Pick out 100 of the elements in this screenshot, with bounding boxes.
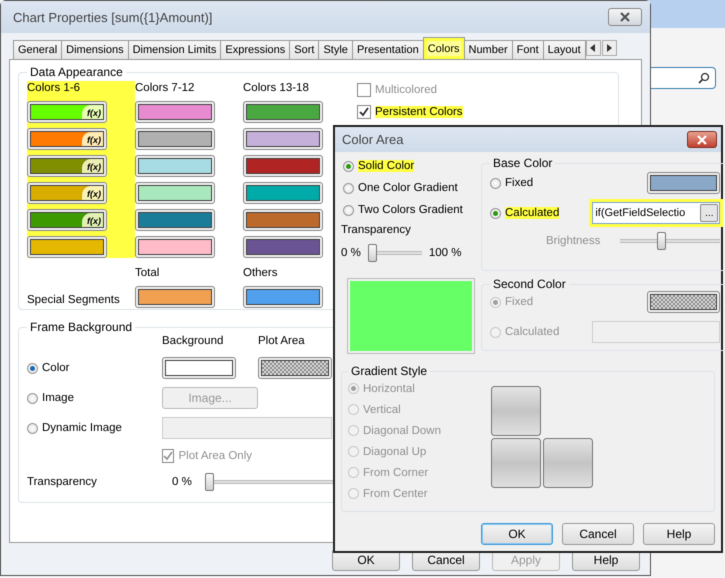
radio-label: Two Colors Gradient (358, 204, 463, 216)
column-heading: Total (135, 266, 160, 280)
color-swatch[interactable]: f(x) (27, 155, 107, 177)
color-swatch[interactable] (243, 101, 323, 123)
color-swatch[interactable] (243, 155, 323, 177)
radio-label: Dynamic Image (42, 422, 122, 434)
special-segments-label: Special Segments (27, 294, 121, 306)
color-swatch[interactable] (243, 209, 323, 231)
color-swatch[interactable] (243, 286, 323, 308)
tab[interactable]: Colors (422, 37, 464, 59)
color-swatch[interactable] (135, 236, 215, 258)
radio-button[interactable] (27, 362, 38, 374)
column-heading: Colors 13-18 (243, 81, 310, 95)
tab[interactable]: Expressions (220, 40, 290, 59)
close-icon (696, 134, 708, 144)
pattern-swatch[interactable] (647, 291, 720, 313)
dialog-button[interactable]: Cancel (562, 523, 634, 545)
formula-badge: f(x) (82, 186, 103, 200)
color-swatch[interactable] (647, 172, 720, 194)
color-swatch[interactable] (135, 101, 215, 123)
transparency-label: Transparency (27, 476, 98, 488)
radio-label: Fixed (505, 296, 534, 308)
column-heading: Background (162, 334, 224, 348)
radio-label: Color (42, 362, 70, 374)
group-title: Gradient Style (350, 364, 428, 378)
close-button[interactable] (687, 131, 717, 148)
radio-button[interactable] (343, 204, 354, 216)
color-swatch[interactable] (135, 209, 215, 231)
radio-label: Calculated (505, 207, 560, 219)
tab[interactable]: Font (512, 40, 544, 59)
tab[interactable]: Sort (289, 40, 320, 59)
radio-label: One Color Gradient (358, 182, 458, 194)
radio-label: From Corner (363, 466, 428, 478)
tab[interactable]: Number (464, 40, 513, 59)
brightness-label: Brightness (546, 235, 600, 247)
tab[interactable]: Dimensions (61, 40, 129, 59)
color-swatch[interactable]: f(x) (27, 128, 107, 150)
radio-button[interactable] (27, 392, 38, 404)
close-button[interactable] (608, 8, 642, 26)
column-heading: Others (243, 266, 279, 280)
left-arrow-icon (590, 44, 596, 52)
radio-button[interactable] (27, 422, 38, 434)
slider-thumb[interactable] (205, 473, 214, 491)
color-swatch[interactable] (27, 236, 107, 258)
color-swatch[interactable] (243, 128, 323, 150)
tab[interactable]: Style (318, 40, 353, 59)
tab[interactable]: General (13, 40, 62, 59)
checkbox-label: Multicolored (375, 84, 437, 96)
window-title: Chart Properties [sum({1}Amount)] (13, 10, 212, 24)
radio-label: Horizontal (363, 382, 415, 394)
color-swatch[interactable]: f(x) (27, 182, 107, 204)
radio-label: Diagonal Down (363, 424, 441, 436)
slider-min-label: 0 % (341, 247, 361, 259)
radio-label: From Center (363, 488, 428, 500)
column-heading: Colors 1-6 (27, 81, 82, 95)
browse-button[interactable]: ... (700, 204, 718, 222)
dialog-button[interactable]: Help (643, 523, 715, 545)
scroll-right-button[interactable] (602, 40, 617, 56)
dialog-button[interactable]: OK (481, 523, 553, 545)
column-heading: Plot Area (258, 334, 306, 348)
radio-label: Image (42, 392, 74, 404)
checkbox[interactable] (357, 105, 371, 119)
radio-label: Fixed (505, 177, 534, 189)
expression-field[interactable] (592, 321, 720, 343)
color-swatch[interactable] (135, 155, 215, 177)
color-swatch[interactable] (135, 286, 215, 308)
scroll-left-button[interactable] (586, 40, 601, 56)
color-swatch[interactable] (135, 128, 215, 150)
color-swatch[interactable]: f(x) (27, 209, 107, 231)
expression-field[interactable]: if(GetFieldSelectio ... (592, 202, 720, 224)
radio-button[interactable] (490, 208, 501, 218)
tab[interactable]: Layout (542, 40, 586, 59)
color-swatch[interactable]: f(x) (27, 101, 107, 123)
radio-label: Calculated (505, 326, 560, 338)
search-icon (698, 72, 710, 84)
input-field[interactable] (162, 417, 332, 439)
tab[interactable]: Presentation (352, 40, 424, 59)
color-swatch[interactable] (243, 236, 323, 258)
formula-badge: f(x) (82, 159, 103, 173)
radio-button[interactable] (343, 182, 354, 194)
slider-max-label: 100 % (428, 247, 462, 259)
formula-badge: f(x) (82, 132, 103, 146)
color-swatch[interactable] (243, 182, 323, 204)
color-swatch[interactable] (162, 357, 236, 379)
color-swatch[interactable] (135, 182, 215, 204)
group-title: Frame Background (29, 320, 134, 334)
checkbox-label: Persistent Colors (375, 106, 463, 118)
tab[interactable]: Dimension Limits (128, 40, 222, 59)
transparency-label: Transparency (341, 224, 412, 236)
color-swatch[interactable] (258, 357, 332, 379)
group-title: Second Color (492, 277, 567, 291)
radio-button[interactable] (343, 160, 354, 172)
formula-badge: f(x) (82, 213, 103, 227)
radio-label: Vertical (363, 404, 401, 416)
group-title: Base Color (492, 156, 554, 170)
slider-thumb[interactable] (368, 244, 377, 262)
window-title: Color Area (342, 132, 404, 147)
radio-button[interactable] (490, 178, 501, 188)
group-title: Data Appearance (29, 65, 124, 79)
formula-badge: f(x) (82, 105, 103, 119)
